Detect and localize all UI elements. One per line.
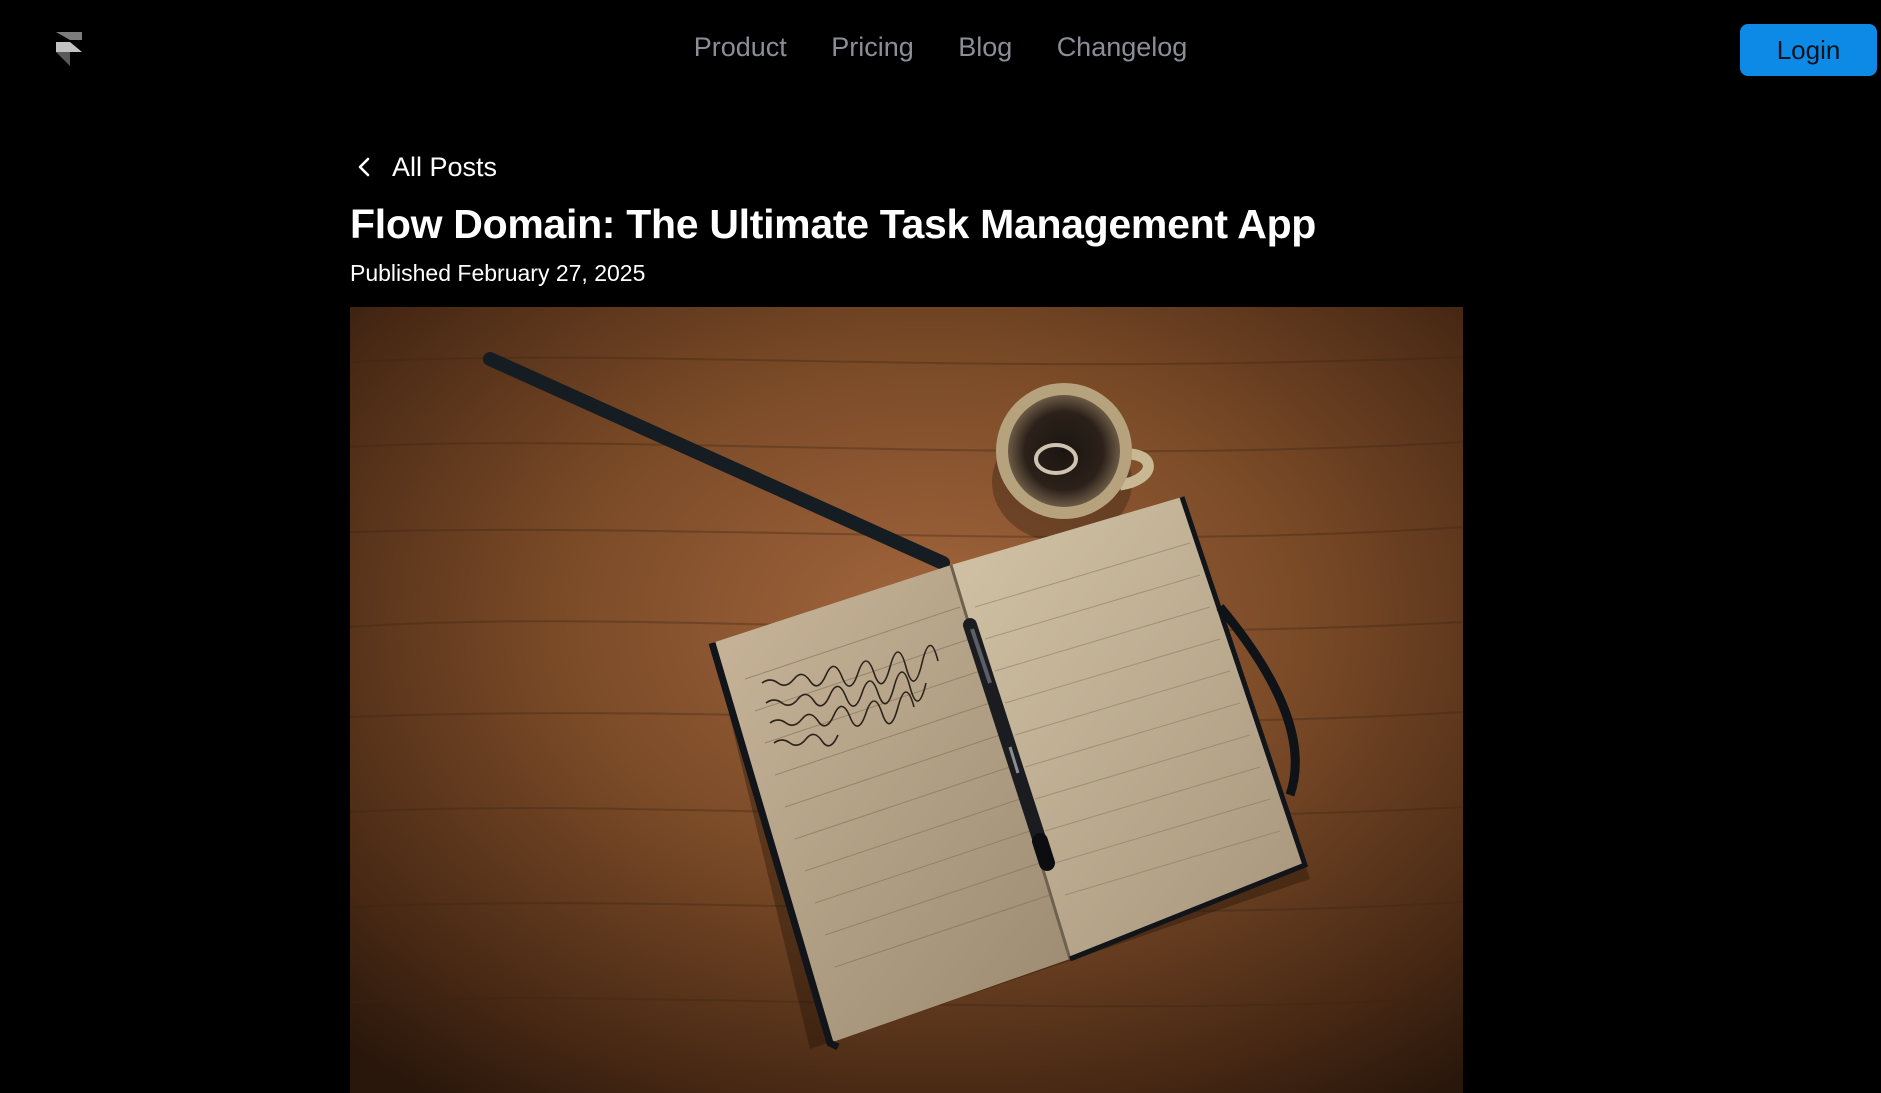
post-title: Flow Domain: The Ultimate Task Managemen… <box>350 201 1317 247</box>
hero-image <box>350 307 1463 1093</box>
nav-link-pricing[interactable]: Pricing <box>831 32 914 63</box>
nav-link-changelog[interactable]: Changelog <box>1057 32 1188 63</box>
nav-link-product[interactable]: Product <box>694 32 787 63</box>
top-navigation: Product Pricing Blog Changelog Login <box>0 0 1881 100</box>
all-posts-label: All Posts <box>392 151 498 182</box>
nav-link-blog[interactable]: Blog <box>958 32 1012 63</box>
chevron-left-icon <box>358 157 370 177</box>
publish-date: Published February 27, 2025 <box>350 260 646 286</box>
login-button[interactable]: Login <box>1740 24 1877 76</box>
main-nav: Product Pricing Blog Changelog <box>0 32 1881 63</box>
all-posts-link[interactable]: All Posts <box>352 150 497 184</box>
